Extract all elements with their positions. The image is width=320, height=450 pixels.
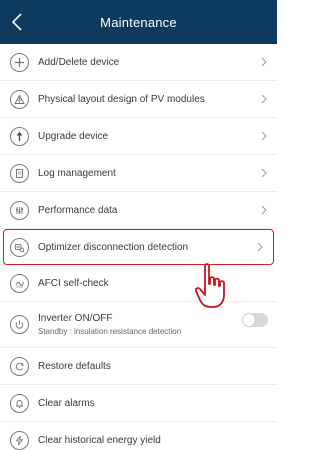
menu-item-add-delete-device[interactable]: Add/Delete device — [0, 44, 277, 81]
menu-item-clear-alarms[interactable]: Clear alarms — [0, 385, 277, 422]
menu-item-optimizer-disconnection-detection[interactable]: Optimizer disconnection detection — [3, 229, 274, 265]
menu-item-label: Log management — [38, 167, 116, 179]
app-header: Maintenance — [0, 0, 277, 44]
energy-bolt-icon — [10, 431, 29, 450]
menu-item-label: Add/Delete device — [38, 56, 120, 68]
chevron-right-icon — [257, 242, 263, 252]
menu-item-label: Performance data — [38, 204, 118, 216]
optimizer-icon — [10, 237, 29, 257]
plus-circle-icon — [10, 52, 29, 72]
menu-item-label: AFCI self-check — [38, 277, 109, 289]
chevron-right-icon — [261, 94, 267, 104]
menu-item-inverter-on-off[interactable]: Inverter ON/OFF Standby : insulation res… — [0, 302, 277, 348]
menu-item-label: Optimizer disconnection detection — [38, 241, 189, 253]
menu-item-pv-layout[interactable]: Physical layout design of PV modules — [0, 81, 277, 118]
page-title: Maintenance — [100, 14, 177, 30]
menu-item-upgrade-device[interactable]: Upgrade device — [0, 118, 277, 155]
power-icon — [10, 315, 29, 334]
document-icon — [10, 163, 29, 183]
menu-item-clear-historical-energy-yield[interactable]: Clear historical energy yield — [0, 422, 277, 450]
alarm-bell-icon — [10, 393, 29, 413]
pv-layout-icon — [10, 89, 29, 109]
menu-item-performance-data[interactable]: Performance data — [0, 192, 277, 229]
chevron-right-icon — [261, 168, 267, 178]
toggle-knob — [243, 314, 255, 326]
menu-item-label: Inverter ON/OFF — [38, 313, 113, 324]
menu-item-log-management[interactable]: Log management — [0, 155, 277, 192]
chevron-right-icon — [261, 57, 267, 67]
maintenance-menu: Add/Delete device Physical layout design… — [0, 44, 277, 450]
menu-item-restore-defaults[interactable]: Restore defaults — [0, 348, 277, 385]
menu-item-label: Clear historical energy yield — [38, 435, 161, 446]
back-arrow-icon — [11, 13, 22, 31]
restore-icon — [10, 356, 29, 376]
performance-icon — [10, 200, 29, 220]
menu-item-label: Physical layout design of PV modules — [38, 93, 205, 105]
menu-item-label: Clear alarms — [38, 397, 95, 409]
inverter-text: Inverter ON/OFF Standby : insulation res… — [38, 313, 181, 336]
menu-item-afci-self-check[interactable]: AFCI self-check — [0, 265, 277, 302]
chevron-right-icon — [261, 205, 267, 215]
back-button[interactable] — [6, 9, 28, 35]
chevron-right-icon — [261, 131, 267, 141]
inverter-status-text: Standby : insulation resistance detectio… — [38, 327, 182, 336]
menu-item-label: Restore defaults — [38, 360, 111, 372]
upload-arrow-icon — [10, 126, 29, 146]
menu-item-label: Upgrade device — [38, 130, 109, 142]
afci-icon — [10, 273, 29, 293]
inverter-toggle[interactable] — [242, 313, 268, 327]
